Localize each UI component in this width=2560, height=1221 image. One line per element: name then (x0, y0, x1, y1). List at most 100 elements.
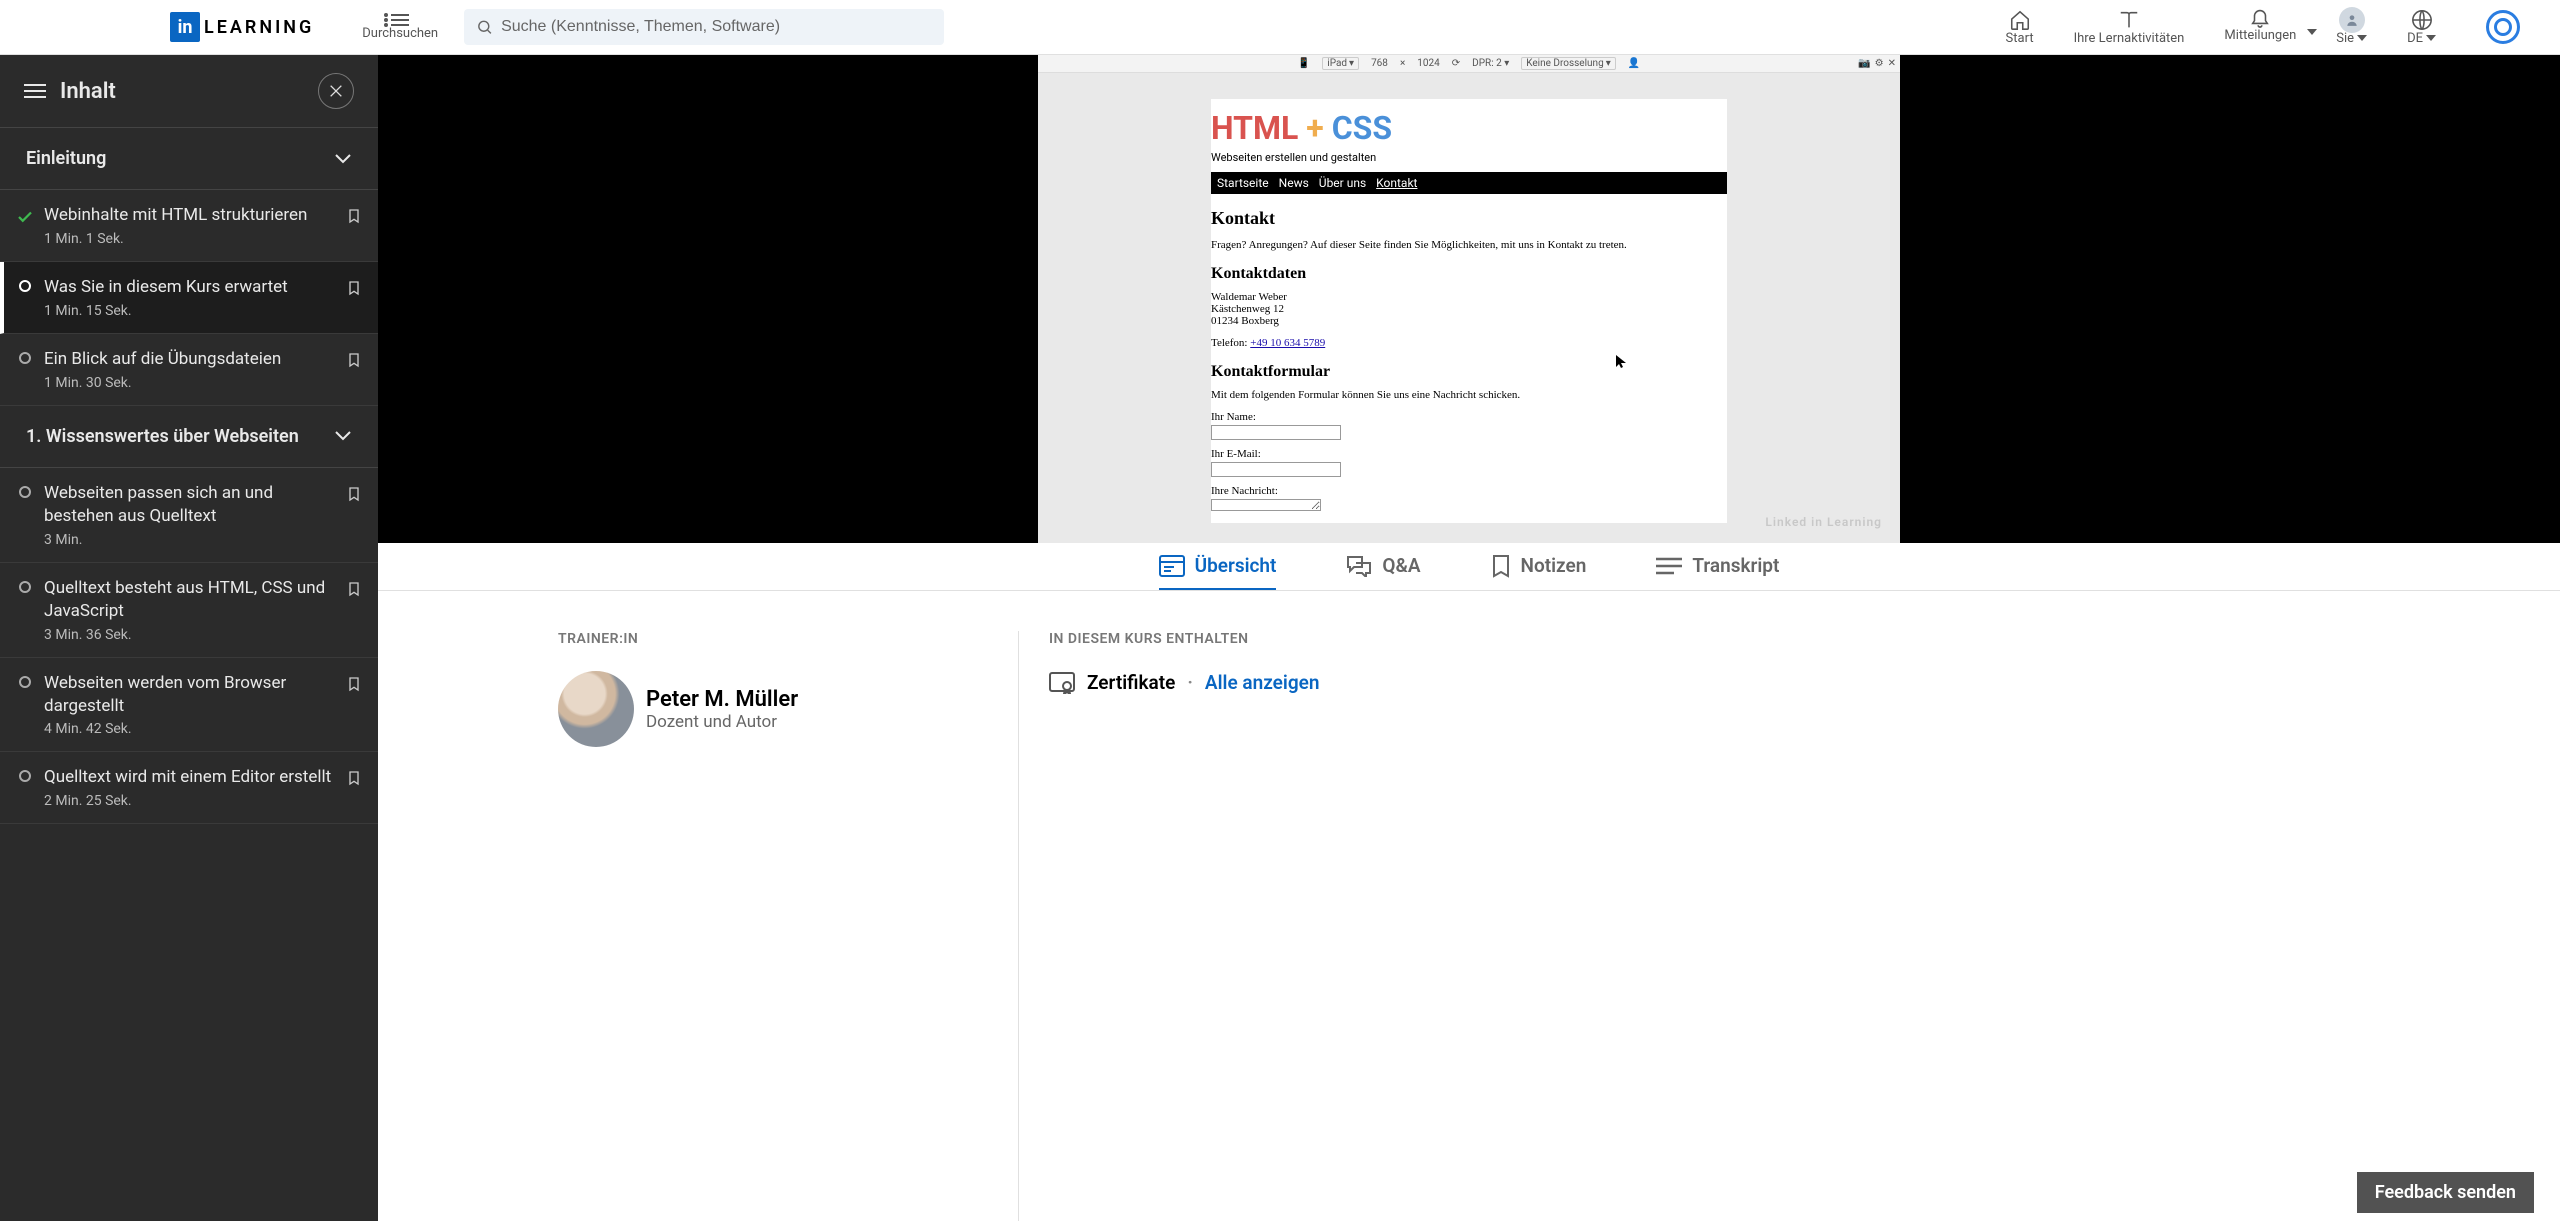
top-nav: in LEARNING Durchsuchen Start Ihre Lerna… (0, 0, 2560, 55)
bookmark-button[interactable] (346, 577, 362, 603)
bookmark-icon (346, 350, 362, 370)
content-area: 📱 iPad ▾ 768 × 1024 ⟳ DPR: 2 ▾ Keine Dro… (378, 55, 2560, 1221)
mock-textarea (1211, 499, 1321, 511)
note-icon (1491, 554, 1511, 578)
mock-intro: Fragen? Anregungen? Auf dieser Seite fin… (1211, 239, 1727, 251)
video-player[interactable]: 📱 iPad ▾ 768 × 1024 ⟳ DPR: 2 ▾ Keine Dro… (378, 55, 2560, 543)
bookmark-button[interactable] (346, 276, 362, 302)
mock-label-msg: Ihre Nachricht: (1211, 485, 1278, 497)
lesson-time: 2 Min. 25 Sek. (44, 793, 336, 809)
lesson-title: Webseiten werden vom Browser dargestellt (44, 672, 336, 718)
book-icon (2118, 9, 2140, 31)
progress-circle-icon (19, 581, 31, 593)
bookmark-icon (346, 278, 362, 298)
bookmark-icon (346, 674, 362, 694)
nav-me[interactable]: Sie (2336, 9, 2367, 46)
section-head-1[interactable]: 1. Wissenswertes über Webseiten (0, 406, 378, 468)
ring-icon (2486, 10, 2520, 44)
lesson-time: 3 Min. (44, 532, 336, 548)
chevron-down-icon (2426, 35, 2436, 41)
lesson-item[interactable]: Was Sie in diesem Kurs erwartet 1 Min. 1… (0, 262, 378, 334)
bookmark-button[interactable] (346, 766, 362, 792)
section-title: Einleitung (26, 148, 106, 169)
nav-mylearning[interactable]: Ihre Lernaktivitäten (2074, 9, 2185, 46)
lesson-title: Quelltext besteht aus HTML, CSS und Java… (44, 577, 336, 623)
lesson-item[interactable]: Quelltext wird mit einem Editor erstellt… (0, 752, 378, 824)
mock-nav-contact: Kontakt (1376, 176, 1417, 190)
mock-tel: +49 10 634 5789 (1250, 337, 1325, 349)
lesson-item[interactable]: Quelltext besteht aus HTML, CSS und Java… (0, 563, 378, 658)
trainer-role: Dozent und Autor (646, 712, 798, 732)
mock-h1: Kontakt (1211, 208, 1727, 229)
mock-h2a: Kontaktdaten (1211, 265, 1727, 283)
mock-input-email (1211, 462, 1341, 477)
tab-notes[interactable]: Notizen (1491, 543, 1587, 590)
tab-notes-label: Notizen (1521, 554, 1587, 577)
avatar-icon (2339, 7, 2365, 33)
sidebar-title: Inhalt (60, 79, 116, 104)
close-icon (328, 83, 344, 99)
hero-plus: + (1306, 109, 1323, 147)
bookmark-button[interactable] (346, 672, 362, 698)
nav-lang[interactable]: DE (2407, 9, 2436, 46)
nav-home[interactable]: Start (2006, 9, 2034, 46)
trainer-avatar (558, 671, 634, 747)
lesson-item[interactable]: Webseiten werden vom Browser dargestellt… (0, 658, 378, 753)
lesson-time: 4 Min. 42 Sek. (44, 721, 336, 737)
sidebar: Inhalt Einleitung Webinhalte mit HTML st… (0, 55, 378, 1221)
search-input[interactable] (501, 18, 932, 36)
trainer-label: TRAINER:IN (558, 631, 978, 647)
nav-notifications-label: Mitteilungen (2224, 28, 2296, 43)
certificate-icon (1049, 672, 1075, 694)
trainer-row[interactable]: Peter M. Müller Dozent und Autor (558, 671, 978, 747)
overview-icon (1159, 555, 1185, 577)
nav-notifications[interactable]: Mitteilungen (2224, 6, 2296, 49)
video-frame: 📱 iPad ▾ 768 × 1024 ⟳ DPR: 2 ▾ Keine Dro… (1038, 55, 1900, 543)
search-input-wrapper[interactable] (464, 9, 944, 45)
hero-html: HTML (1211, 109, 1298, 147)
feedback-button[interactable]: Feedback senden (2357, 1172, 2534, 1213)
browse-button[interactable]: Durchsuchen (362, 14, 438, 41)
tab-transcript[interactable]: Transkript (1656, 543, 1779, 590)
lesson-title: Was Sie in diesem Kurs erwartet (44, 276, 336, 299)
dpr-value: 2 (1496, 58, 1502, 69)
show-all-link[interactable]: Alle anzeigen (1205, 671, 1320, 694)
lesson-item[interactable]: Ein Blick auf die Übungsdateien 1 Min. 3… (0, 334, 378, 406)
trainer-name: Peter M. Müller (646, 687, 798, 712)
tab-qa[interactable]: Q&A (1346, 543, 1420, 590)
mock-label-email: Ihr E-Mail: (1211, 448, 1261, 460)
bookmark-icon (346, 484, 362, 504)
content-tabs: Übersicht Q&A Notizen Transkript (378, 543, 2560, 591)
mock-addr-street: Kästchenweg 12 (1211, 303, 1727, 315)
nav-lang-label: DE (2407, 31, 2423, 46)
tab-overview-label: Übersicht (1195, 554, 1277, 577)
bookmark-button[interactable] (346, 348, 362, 374)
bookmark-button[interactable] (346, 482, 362, 508)
cert-label: Zertifikate (1087, 671, 1175, 694)
devtools-bar: 📱 iPad ▾ 768 × 1024 ⟳ DPR: 2 ▾ Keine Dro… (1038, 55, 1900, 73)
lesson-time: 1 Min. 1 Sek. (44, 231, 336, 247)
close-button[interactable] (318, 73, 354, 109)
lesson-item[interactable]: Webseiten passen sich an und bestehen au… (0, 468, 378, 563)
nav-mylearning-label: Ihre Lernaktivitäten (2074, 31, 2185, 46)
section-head-intro[interactable]: Einleitung (0, 128, 378, 190)
chevron-down-icon (334, 153, 352, 165)
chevron-down-icon (2307, 29, 2317, 35)
mock-h2b: Kontaktformular (1211, 363, 1727, 381)
lesson-item[interactable]: Webinhalte mit HTML strukturieren 1 Min.… (0, 190, 378, 262)
home-icon (2009, 9, 2031, 31)
globe-icon (2411, 9, 2433, 31)
viewport-width: 768 (1371, 58, 1388, 69)
mock-addr-city: 01234 Boxberg (1211, 315, 1727, 327)
check-icon (16, 208, 34, 226)
sidebar-scroll[interactable]: Einleitung Webinhalte mit HTML strukturi… (0, 128, 378, 1221)
logo-text: LEARNING (204, 17, 314, 38)
overview-panel: TRAINER:IN Peter M. Müller Dozent und Au… (378, 591, 2560, 1221)
tab-overview[interactable]: Übersicht (1159, 543, 1277, 590)
nav-app-icon[interactable] (2486, 10, 2520, 44)
throttle: Keine Drosselung (1526, 58, 1603, 69)
tab-qa-label: Q&A (1382, 554, 1420, 577)
bookmark-button[interactable] (346, 204, 362, 230)
logo[interactable]: in LEARNING (170, 12, 314, 42)
hero-css: CSS (1332, 109, 1392, 147)
